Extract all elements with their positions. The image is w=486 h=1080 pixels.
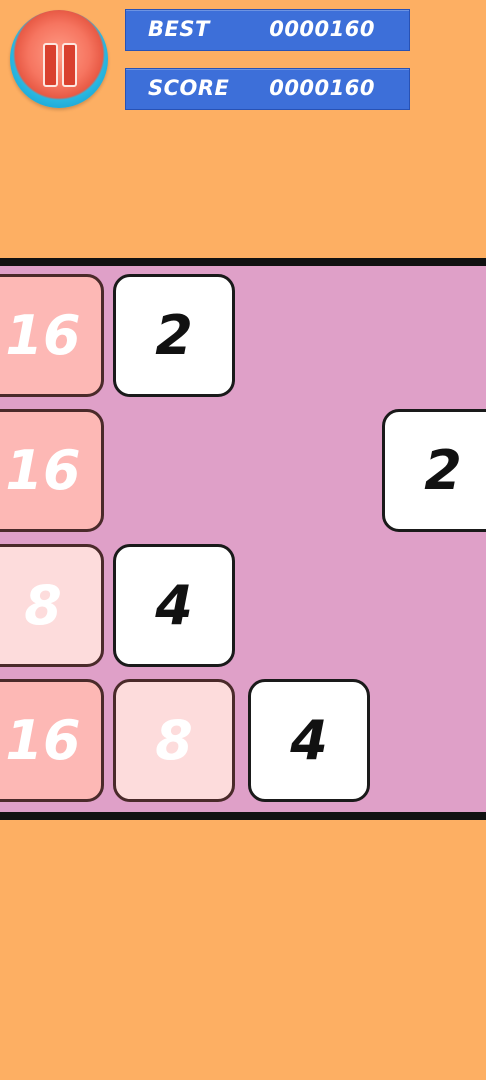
game-board[interactable]: 16 2 16 2 8 4 16 8 4 [0,258,486,820]
pause-icon-bar [62,43,77,87]
tile-16[interactable]: 16 [0,679,104,802]
best-score-panel: BEST 0000160 [125,9,410,51]
tile-16[interactable]: 16 [0,274,104,397]
tile-4[interactable]: 4 [113,544,235,667]
tile-4[interactable]: 4 [248,679,370,802]
pause-button[interactable] [10,10,108,108]
tile-8[interactable]: 8 [0,544,104,667]
score-value: 0000160 [269,76,375,100]
tile-16[interactable]: 16 [0,409,104,532]
tile-2[interactable]: 2 [113,274,235,397]
best-label: BEST [148,17,210,41]
current-score-panel: SCORE 0000160 [125,68,410,110]
tile-8[interactable]: 8 [113,679,235,802]
best-value: 0000160 [269,17,375,41]
tile-2[interactable]: 2 [382,409,486,532]
score-label: SCORE [148,76,230,100]
pause-icon [43,43,58,87]
